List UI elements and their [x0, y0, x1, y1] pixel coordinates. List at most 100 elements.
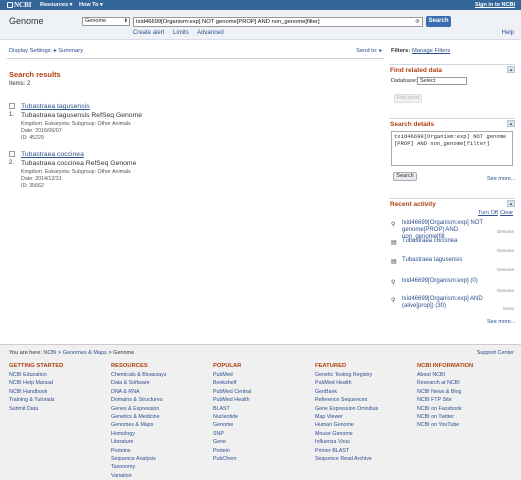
- footer-link[interactable]: Training & Tutorials: [9, 396, 63, 404]
- search-details-textarea[interactable]: txid46699[Organism:exp] NOT genome[PROP]…: [391, 131, 513, 166]
- related-database-select[interactable]: Select: [417, 77, 467, 85]
- limits-link[interactable]: Limits: [173, 30, 189, 36]
- howto-menu[interactable]: How To ▾: [79, 2, 103, 8]
- footer-link[interactable]: NCBI on Facebook: [417, 405, 473, 413]
- footer-link[interactable]: Influenza Virus: [315, 438, 378, 446]
- create-alert-link[interactable]: Create alert: [133, 30, 164, 36]
- footer-link[interactable]: Map Viewer: [315, 413, 378, 421]
- footer-link[interactable]: Reference Sequences: [315, 396, 378, 404]
- footer-link[interactable]: Proteins: [111, 447, 166, 455]
- recent-activity-item[interactable]: ⚲ txid46699[Organism:exp] (0) Genome: [391, 278, 515, 294]
- footer-link[interactable]: PubMed: [213, 371, 251, 379]
- divider: [7, 58, 384, 59]
- breadcrumb-genomes-maps[interactable]: Genomes & Maps: [63, 350, 107, 356]
- clear-link[interactable]: Clear: [500, 210, 513, 216]
- footer-link[interactable]: About NCBI: [417, 371, 473, 379]
- search-button[interactable]: Search: [426, 16, 451, 27]
- footer-link[interactable]: NCBI Handbook: [9, 388, 63, 396]
- signin-link[interactable]: Sign in to NCBI: [475, 2, 515, 8]
- recent-activity-item[interactable]: ▤ Tubastraea coccinea Genome: [391, 238, 515, 254]
- collapse-icon[interactable]: ▲: [507, 66, 515, 73]
- footer-link[interactable]: Taxonomy: [111, 463, 166, 471]
- footer-link[interactable]: BLAST: [213, 405, 251, 413]
- ncbi-logo[interactable]: NCBI: [7, 1, 32, 9]
- advanced-link[interactable]: Advanced: [197, 30, 224, 36]
- footer-link[interactable]: Mouse Genome: [315, 430, 378, 438]
- footer-link[interactable]: Gene: [213, 438, 251, 446]
- search-details-header: Search details ▲: [389, 119, 515, 129]
- footer-link[interactable]: Gene Expression Omnibus: [315, 405, 378, 413]
- find-related-title: Find related data: [390, 67, 443, 74]
- footer-link[interactable]: Bookshelf: [213, 379, 251, 387]
- footer-link[interactable]: Primer-BLAST: [315, 447, 378, 455]
- result-checkbox[interactable]: [9, 151, 15, 157]
- recent-activity-item[interactable]: ⚲ txid46699[Organism:exp] AND (alive[pro…: [391, 296, 515, 312]
- footer-link[interactable]: Genetics & Medicine: [111, 413, 166, 421]
- footer-link[interactable]: Variation: [111, 472, 166, 480]
- related-database-value: Select: [420, 78, 436, 84]
- footer-link[interactable]: Genome: [213, 421, 251, 429]
- footer-link[interactable]: Chemicals & Bioassays: [111, 371, 166, 379]
- turn-off-link[interactable]: Turn Off: [478, 210, 498, 216]
- footer-link[interactable]: Literature: [111, 438, 166, 446]
- search-input[interactable]: txid46699[Organism:exp] NOT genome[PROP]…: [133, 17, 423, 27]
- result-checkbox[interactable]: [9, 103, 15, 109]
- footer-link[interactable]: DNA & RNA: [111, 388, 166, 396]
- footer-link[interactable]: Genes & Expression: [111, 405, 166, 413]
- footer-link[interactable]: Sequence Analysis: [111, 455, 166, 463]
- support-center-link[interactable]: Support Center: [477, 350, 514, 356]
- activity-type: Genome: [496, 267, 514, 272]
- database-select[interactable]: Genome ⬍: [82, 17, 130, 26]
- help-link[interactable]: Help: [502, 30, 514, 36]
- result-title-link[interactable]: Tubastraea coccinea: [21, 151, 84, 158]
- footer-link[interactable]: NCBI on Twitter: [417, 413, 473, 421]
- footer-link[interactable]: PubMed Health: [213, 396, 251, 404]
- footer-link[interactable]: Data & Software: [111, 379, 166, 387]
- find-items-button[interactable]: Find items: [394, 94, 422, 103]
- resources-menu[interactable]: Resources ▾: [40, 2, 72, 8]
- result-date: Date: 2016/06/07: [21, 128, 62, 134]
- footer-link[interactable]: SNP: [213, 430, 251, 438]
- search-icon: ⚲: [391, 298, 396, 304]
- result-title-link[interactable]: Tubastraea tagusensis: [21, 103, 90, 110]
- search-details-button[interactable]: Search: [393, 172, 417, 181]
- footer-link[interactable]: Sequence Read Archive: [315, 455, 378, 463]
- breadcrumb-ncbi[interactable]: NCBI: [43, 350, 56, 356]
- result-description: Tubastraea tagusensis RefSeq Genome: [21, 112, 143, 119]
- footer-link[interactable]: Homology: [111, 430, 166, 438]
- activity-type: Geno: [502, 306, 514, 311]
- document-icon: ▤: [391, 240, 397, 246]
- recent-activity-item[interactable]: ⚲ txid46699[Organism:exp] NOT genome[PRO…: [391, 220, 515, 240]
- select-arrow-icon: ⬍: [123, 18, 128, 24]
- footer-link[interactable]: NCBI Help Manual: [9, 379, 63, 387]
- footer-link[interactable]: Genomes & Maps: [111, 421, 166, 429]
- footer-link[interactable]: Protein: [213, 447, 251, 455]
- footer-link[interactable]: NCBI News & Blog: [417, 388, 473, 396]
- clear-search-icon[interactable]: ⊗: [413, 17, 422, 27]
- activity-type: Genome: [496, 288, 514, 293]
- display-settings[interactable]: Display Settings: ▸ Summary: [9, 48, 83, 54]
- footer-link[interactable]: Human Genome: [315, 421, 378, 429]
- footer-link[interactable]: GenBank: [315, 388, 378, 396]
- search-sublinks: Create alert Limits Advanced: [133, 30, 231, 36]
- recent-activity-item[interactable]: ▤ Tubastraea tagusensis Genome: [391, 257, 515, 273]
- footer-link[interactable]: Submit Data: [9, 405, 63, 413]
- manage-filters-link[interactable]: Manage Filters: [412, 48, 450, 54]
- footer-link[interactable]: NCBI Education: [9, 371, 63, 379]
- footer-link[interactable]: PubMed Central: [213, 388, 251, 396]
- footer-link[interactable]: PubMed Health: [315, 379, 378, 387]
- search-details-see-more[interactable]: See more...: [487, 176, 515, 182]
- send-to-menu[interactable]: Send to: ▸: [356, 48, 382, 54]
- footer-link[interactable]: Nucleotide: [213, 413, 251, 421]
- footer-link[interactable]: NCBI FTP Site: [417, 396, 473, 404]
- footer-link[interactable]: Genetic Testing Registry: [315, 371, 378, 379]
- footer-column-heading: NCBI INFORMATION: [417, 363, 474, 369]
- breadcrumb-prefix: You are here:: [9, 350, 42, 356]
- collapse-icon[interactable]: ▲: [507, 200, 515, 207]
- recent-activity-see-more[interactable]: See more...: [487, 319, 515, 325]
- footer-link[interactable]: NCBI on YouTube: [417, 421, 473, 429]
- footer-link[interactable]: PubChem: [213, 455, 251, 463]
- footer-link[interactable]: Research at NCBI: [417, 379, 473, 387]
- collapse-icon[interactable]: ▲: [507, 120, 515, 127]
- footer-link[interactable]: Domains & Structures: [111, 396, 166, 404]
